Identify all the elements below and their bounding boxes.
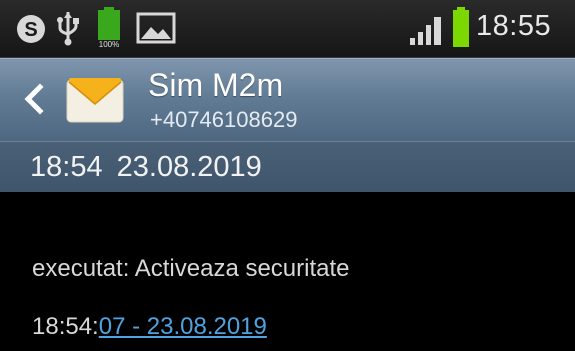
contact-number: +40746108629 <box>150 107 298 132</box>
back-button[interactable] <box>20 81 50 117</box>
usb-icon <box>57 12 79 46</box>
status-time: 18:55 <box>476 10 552 42</box>
battery-icon <box>453 7 469 47</box>
skype-icon: S <box>17 15 45 43</box>
message-time-prefix: 18:54: <box>32 313 99 340</box>
date-separator: 18:54 23.08.2019 <box>0 141 575 192</box>
svg-text:S: S <box>24 19 37 41</box>
message-link[interactable]: 07 - 23.08.2019 <box>99 313 267 340</box>
envelope-icon <box>66 78 124 123</box>
signal-icon <box>410 17 441 45</box>
message-text: executat: Activeaza securitate <box>32 255 350 282</box>
message-date: 18:54 23.08.2019 <box>30 151 262 183</box>
message-timestamp-line: 18:54:07 - 23.08.2019 <box>32 313 267 341</box>
sms-conversation-screen: S 100% 18:55 Sim M2m +40746108629 18:54 … <box>0 0 575 351</box>
status-bar: S 100% 18:55 <box>0 0 575 58</box>
image-icon <box>136 12 176 44</box>
conversation-header: Sim M2m +40746108629 <box>0 58 575 141</box>
battery-full-icon: 100% <box>98 7 120 48</box>
contact-name: Sim M2m <box>148 67 284 103</box>
battery-percent-label: 100% <box>99 40 119 48</box>
